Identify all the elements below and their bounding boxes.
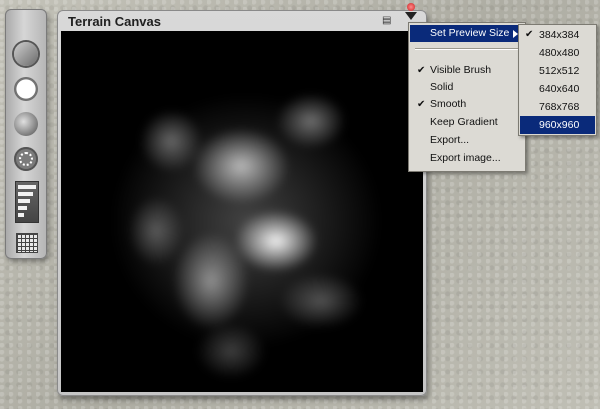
submenu-item-label: 768x768 [539, 101, 580, 113]
menu-handle-button[interactable] [402, 0, 420, 22]
submenu-item-640[interactable]: 640x640 [520, 80, 595, 98]
heightmap-cloud [61, 31, 423, 392]
menu-item-label: Keep Gradient [430, 116, 498, 128]
menu-item-label: Smooth [430, 98, 467, 110]
submenu-item-label: 640x640 [539, 83, 580, 95]
grid-icon[interactable] [16, 233, 38, 253]
dotted-circle-icon[interactable] [14, 147, 38, 171]
dropdown-triangle-icon [405, 12, 417, 20]
brush-tool-icon[interactable] [14, 42, 38, 66]
soft-circle-icon[interactable] [14, 112, 38, 136]
check-icon: ✔ [417, 65, 426, 76]
preview-size-submenu: ✔ 384x384 480x480 512x512 640x640 768x76… [518, 24, 597, 136]
menu-item-label: Set Preview Size [430, 27, 510, 39]
menu-item-label: Solid [430, 81, 454, 93]
submenu-item-768[interactable]: 768x768 [520, 98, 595, 116]
submenu-item-label: 480x480 [539, 47, 580, 59]
menu-item-export-image[interactable]: Export image... [410, 150, 524, 167]
menu-item-visible-brush[interactable]: ✔ Visible Brush [410, 62, 524, 79]
menu-item-keep-gradient[interactable]: Keep Gradient [410, 114, 524, 131]
terrain-canvas-window: Terrain Canvas ▤ [57, 10, 427, 396]
gradient-levels-icon[interactable] [15, 181, 39, 223]
submenu-item-label: 960x960 [539, 119, 580, 131]
menu-item-label: Export... [430, 134, 470, 146]
terrain-preview-canvas[interactable] [61, 31, 423, 392]
menu-separator [415, 48, 519, 50]
menu-item-export[interactable]: Export... [410, 132, 524, 149]
menu-item-label: Export image... [430, 152, 501, 164]
check-icon: ✔ [417, 99, 426, 110]
menu-item-label: Visible Brush [430, 64, 492, 76]
red-dot-icon [407, 3, 415, 11]
resize-icon[interactable]: ▤ [382, 15, 396, 26]
menu-item-set-preview-size[interactable]: Set Preview Size [410, 25, 524, 42]
submenu-item-label: 512x512 [539, 65, 580, 77]
submenu-item-label: 384x384 [539, 29, 580, 41]
solid-circle-icon[interactable] [14, 77, 38, 101]
canvas-context-menu: Set Preview Size ✔ Visible Brush Solid ✔… [408, 22, 526, 172]
check-icon: ✔ [525, 29, 534, 40]
submenu-item-512[interactable]: 512x512 [520, 62, 595, 80]
tool-palette [5, 9, 47, 259]
menu-item-solid[interactable]: Solid [410, 79, 524, 96]
menu-item-smooth[interactable]: ✔ Smooth [410, 96, 524, 113]
submenu-item-960[interactable]: 960x960 [520, 116, 595, 134]
submenu-item-480[interactable]: 480x480 [520, 44, 595, 62]
window-title: Terrain Canvas [68, 14, 161, 29]
submenu-item-384[interactable]: ✔ 384x384 [520, 26, 595, 44]
